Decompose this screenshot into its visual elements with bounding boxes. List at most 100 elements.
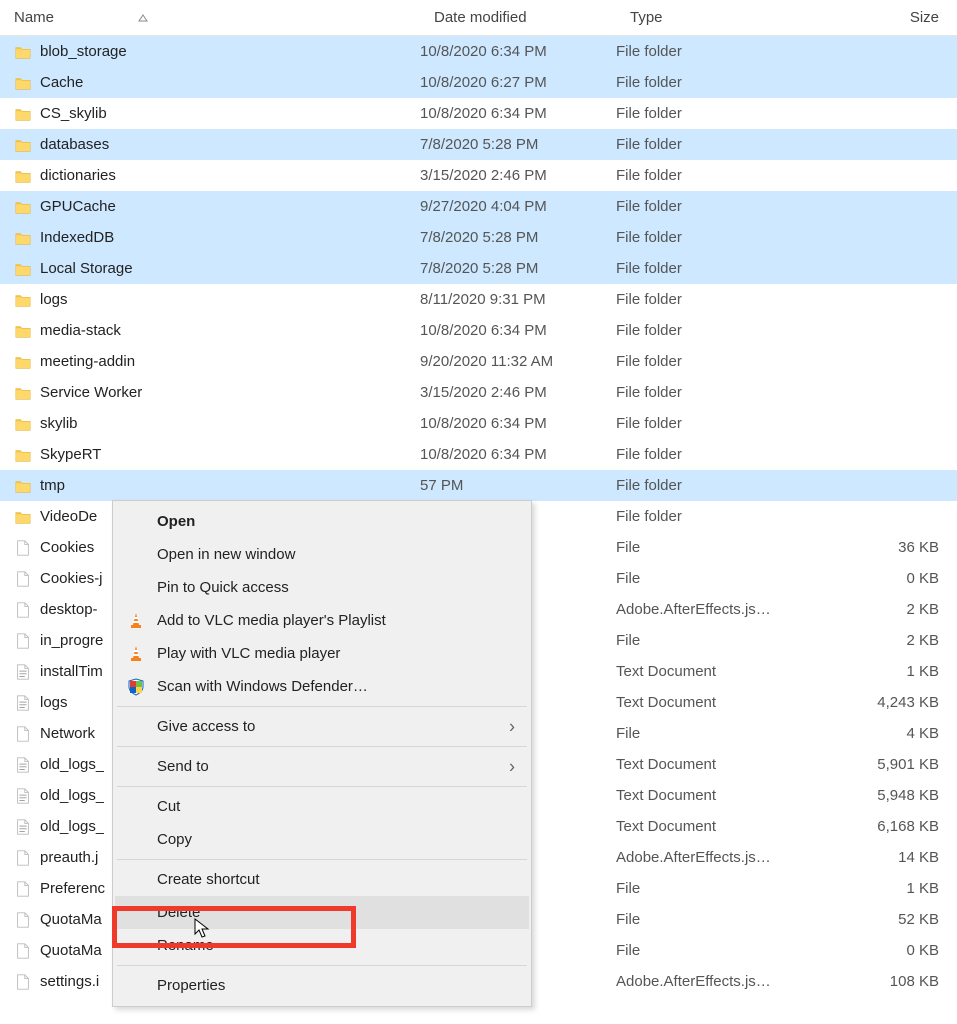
menu-item-cut[interactable]: Cut <box>115 790 529 823</box>
menu-item-create-shortcut[interactable]: Create shortcut <box>115 863 529 896</box>
file-row[interactable]: SkypeRT10/8/2020 6:34 PMFile folder <box>0 439 957 470</box>
column-header-size[interactable]: Size <box>826 9 957 26</box>
file-icon <box>14 601 32 619</box>
file-name-label: Cookies <box>40 539 94 556</box>
file-row[interactable]: GPUCache9/27/2020 4:04 PMFile folder <box>0 191 957 222</box>
file-row[interactable]: Service Worker3/15/2020 2:46 PMFile fold… <box>0 377 957 408</box>
file-name-label: tmp <box>40 477 65 494</box>
column-header-row: Name Date modified Type Size <box>0 0 957 36</box>
file-name-label: old_logs_ <box>40 756 104 773</box>
text-icon <box>14 787 32 805</box>
menu-item-send-to[interactable]: Send to › <box>115 750 529 783</box>
menu-item-rename[interactable]: Rename <box>115 929 529 962</box>
cell-type: File folder <box>616 322 812 339</box>
file-name-label: Preferenc <box>40 880 105 897</box>
cell-name: databases <box>14 136 420 154</box>
cell-size: 2 KB <box>812 601 957 618</box>
cell-name: tmp <box>14 477 420 495</box>
file-name-label: Service Worker <box>40 384 142 401</box>
file-row[interactable]: Cache10/8/2020 6:27 PMFile folder <box>0 67 957 98</box>
file-name-label: logs <box>40 291 68 308</box>
cell-type: Text Document <box>616 694 812 711</box>
cell-type: Text Document <box>616 787 812 804</box>
cell-date: 10/8/2020 6:34 PM <box>420 415 616 432</box>
menu-item-defender[interactable]: Scan with Windows Defender… <box>115 670 529 703</box>
menu-item-vlc-play[interactable]: Play with VLC media player <box>115 637 529 670</box>
file-name-label: blob_storage <box>40 43 127 60</box>
cell-type: Adobe.AfterEffects.js… <box>616 849 812 866</box>
cell-size: 0 KB <box>812 570 957 587</box>
file-row[interactable]: Local Storage7/8/2020 5:28 PMFile folder <box>0 253 957 284</box>
file-row[interactable]: databases7/8/2020 5:28 PMFile folder <box>0 129 957 160</box>
file-row[interactable]: meeting-addin9/20/2020 11:32 AMFile fold… <box>0 346 957 377</box>
menu-item-open-new-window[interactable]: Open in new window <box>115 538 529 571</box>
file-row[interactable]: tmp57 PMFile folder <box>0 470 957 501</box>
menu-item-properties[interactable]: Properties <box>115 969 529 1002</box>
menu-item-open[interactable]: Open <box>115 505 529 538</box>
cell-date: 9/27/2020 4:04 PM <box>420 198 616 215</box>
file-row[interactable]: logs 8/11/2020 9:31 PMFile folder <box>0 284 957 315</box>
file-name-label: old_logs_ <box>40 787 104 804</box>
cell-name: SkypeRT <box>14 446 420 464</box>
folder-icon <box>14 508 32 526</box>
menu-separator <box>117 706 527 707</box>
column-header-date[interactable]: Date modified <box>434 9 630 26</box>
cell-type: File folder <box>616 415 812 432</box>
cell-type: File <box>616 942 812 959</box>
cell-size: 0 KB <box>812 942 957 959</box>
cell-name: CS_skylib <box>14 105 420 123</box>
cell-date: 7/8/2020 5:28 PM <box>420 229 616 246</box>
cell-date: 10/8/2020 6:34 PM <box>420 446 616 463</box>
chevron-right-icon: › <box>509 756 515 777</box>
cell-name: meeting-addin <box>14 353 420 371</box>
context-menu: Open Open in new window Pin to Quick acc… <box>112 500 532 1007</box>
cell-name: skylib <box>14 415 420 433</box>
text-icon <box>14 756 32 774</box>
folder-icon <box>14 198 32 216</box>
cell-type: Adobe.AfterEffects.js… <box>616 601 812 618</box>
file-row[interactable]: dictionaries3/15/2020 2:46 PMFile folder <box>0 160 957 191</box>
cell-size: 5,901 KB <box>812 756 957 773</box>
vlc-icon <box>125 610 147 632</box>
file-name-label: Network <box>40 725 95 742</box>
folder-icon <box>14 353 32 371</box>
cell-type: File folder <box>616 477 812 494</box>
file-icon <box>14 539 32 557</box>
cell-name: Cache <box>14 74 420 92</box>
file-name-label: databases <box>40 136 109 153</box>
menu-item-vlc-add[interactable]: Add to VLC media player's Playlist <box>115 604 529 637</box>
file-name-label: meeting-addin <box>40 353 135 370</box>
column-header-name[interactable]: Name <box>14 9 434 27</box>
cell-type: File <box>616 725 812 742</box>
text-icon <box>14 694 32 712</box>
cell-type: File <box>616 539 812 556</box>
file-row[interactable]: blob_storage10/8/2020 6:34 PMFile folder <box>0 36 957 67</box>
file-row[interactable]: CS_skylib10/8/2020 6:34 PMFile folder <box>0 98 957 129</box>
cell-type: File folder <box>616 74 812 91</box>
cell-type: File folder <box>616 291 812 308</box>
menu-item-pin-quick-access[interactable]: Pin to Quick access <box>115 571 529 604</box>
file-row[interactable]: IndexedDB7/8/2020 5:28 PMFile folder <box>0 222 957 253</box>
cell-date: 10/8/2020 6:34 PM <box>420 105 616 122</box>
file-name-label: QuotaMa <box>40 942 102 959</box>
file-name-label: QuotaMa <box>40 911 102 928</box>
menu-item-copy[interactable]: Copy <box>115 823 529 856</box>
cell-size: 52 KB <box>812 911 957 928</box>
folder-icon <box>14 415 32 433</box>
cell-date: 10/8/2020 6:34 PM <box>420 322 616 339</box>
file-row[interactable]: skylib10/8/2020 6:34 PMFile folder <box>0 408 957 439</box>
folder-icon <box>14 229 32 247</box>
cell-date: 8/11/2020 9:31 PM <box>420 291 616 308</box>
menu-item-give-access[interactable]: Give access to › <box>115 710 529 743</box>
folder-icon <box>14 291 32 309</box>
file-name-label: IndexedDB <box>40 229 114 246</box>
cell-size: 1 KB <box>812 880 957 897</box>
menu-separator <box>117 859 527 860</box>
file-icon <box>14 570 32 588</box>
file-row[interactable]: media-stack10/8/2020 6:34 PMFile folder <box>0 315 957 346</box>
menu-separator <box>117 746 527 747</box>
column-header-type[interactable]: Type <box>630 9 826 26</box>
file-icon <box>14 880 32 898</box>
cell-size: 2 KB <box>812 632 957 649</box>
menu-item-delete[interactable]: Delete <box>115 896 529 929</box>
